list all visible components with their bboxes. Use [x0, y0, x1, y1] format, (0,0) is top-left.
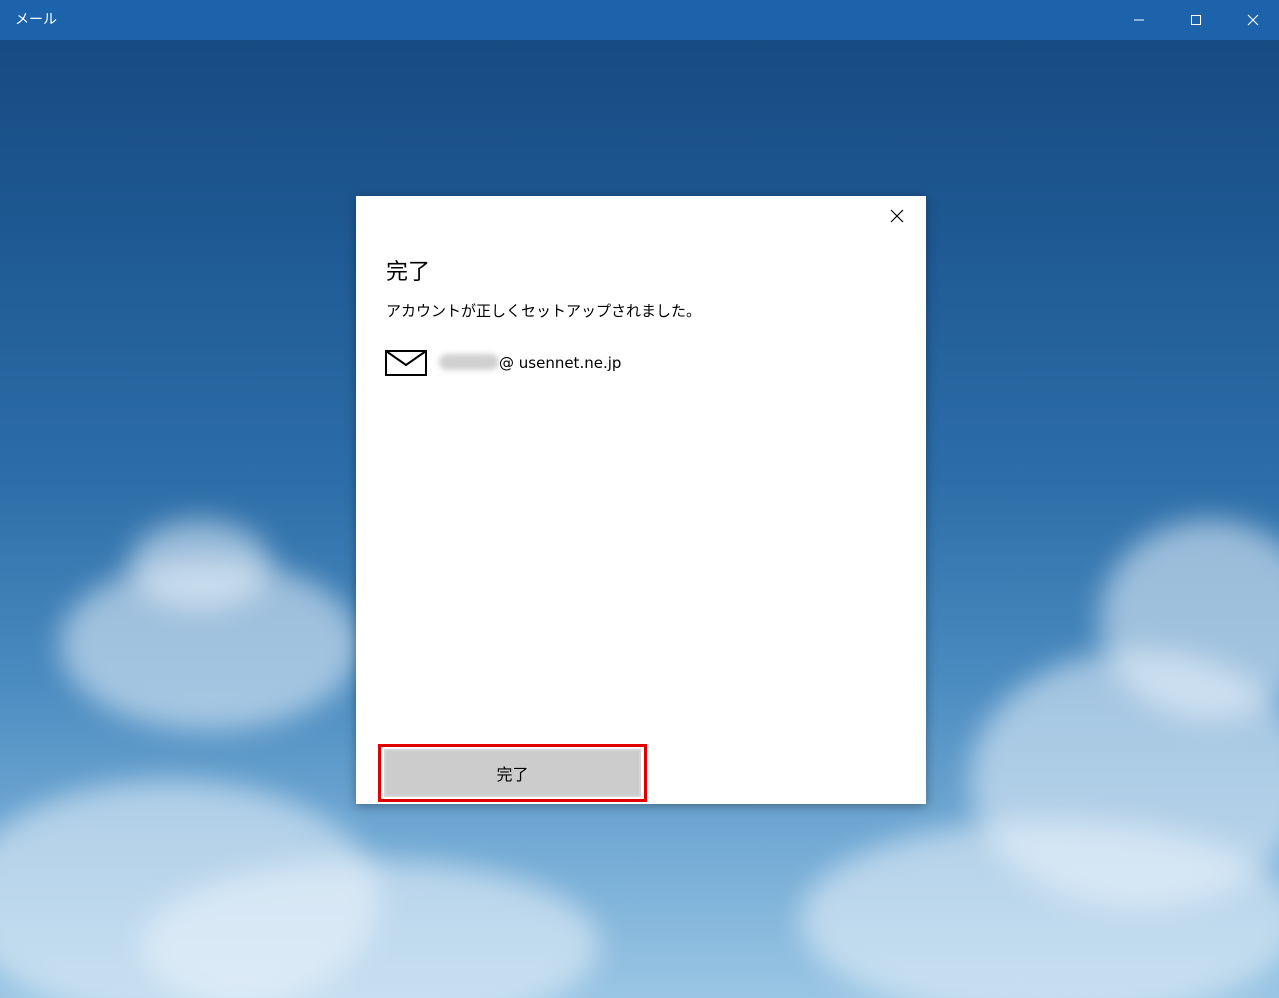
close-icon — [890, 209, 904, 223]
dialog-close-button[interactable] — [885, 204, 909, 228]
done-button[interactable]: 完了 — [384, 749, 641, 797]
mail-app-window: メール 完了 アカウントが正しくセットアップされました。 @ usennet.n… — [0, 0, 1279, 998]
window-close-button[interactable] — [1224, 0, 1279, 40]
background-cloud — [800, 820, 1279, 998]
dialog-title: 完了 — [386, 260, 431, 285]
minimize-button[interactable] — [1110, 0, 1167, 40]
title-bar: メール — [0, 0, 1279, 40]
account-email-domain: @ usennet.ne.jp — [499, 354, 622, 372]
dialog-message: アカウントが正しくセットアップされました。 — [386, 302, 702, 320]
envelope-icon — [385, 350, 427, 376]
window-title: メール — [15, 12, 57, 28]
maximize-button[interactable] — [1167, 0, 1224, 40]
redacted-username — [439, 354, 499, 370]
maximize-icon — [1190, 15, 1201, 25]
close-icon — [1247, 14, 1258, 26]
minimize-icon — [1133, 19, 1144, 21]
background-cloud — [130, 520, 270, 610]
setup-complete-dialog: 完了 アカウントが正しくセットアップされました。 @ usennet.ne.jp — [356, 196, 926, 804]
